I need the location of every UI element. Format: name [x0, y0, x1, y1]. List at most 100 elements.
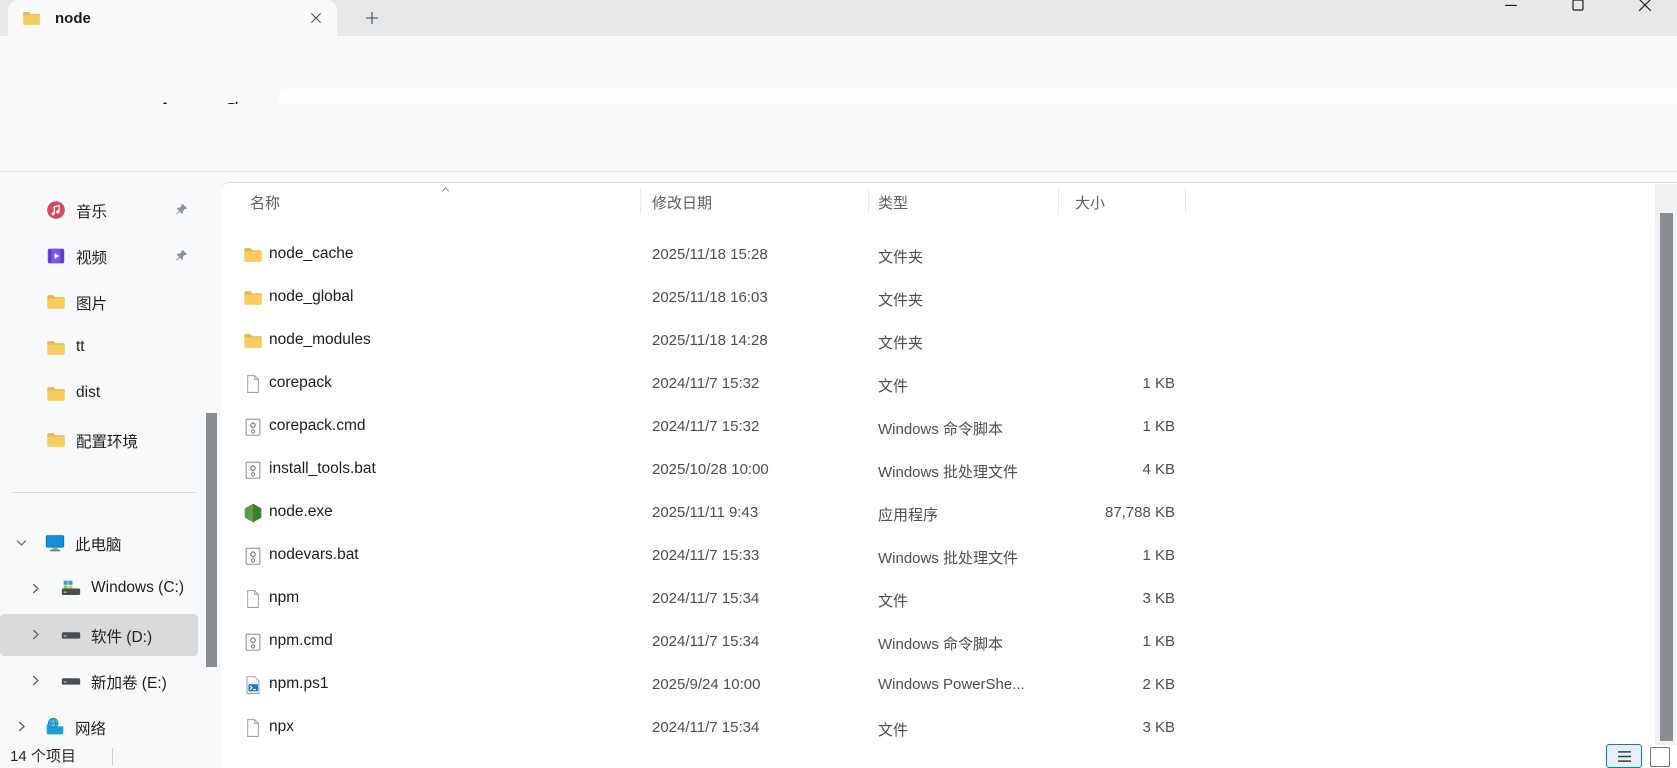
file-name: node_global [269, 288, 353, 306]
large-icons-view-button[interactable] [1650, 747, 1670, 767]
file-date-modified: 2024/11/7 15:34 [652, 590, 759, 607]
file-size: 1 KB [1042, 547, 1175, 564]
sidebar-item-tt[interactable]: tt [0, 325, 222, 371]
sidebar-item-Windows (C:)[interactable]: Windows (C:) [0, 566, 222, 612]
sidebar-item-label: 此电脑 [75, 533, 122, 555]
file-type: Windows 命令脚本 [878, 633, 1003, 654]
sidebar-item-图片[interactable]: 图片 [0, 279, 222, 325]
file-name: nodevars.bat [269, 546, 359, 564]
sidebar-item-此电脑[interactable]: 此电脑 [0, 520, 222, 566]
powershell-icon [242, 674, 264, 696]
sidebar-item-label: dist [76, 384, 100, 402]
file-list-panel: 名称 修改日期 类型 大小 node_cache 2025/11/18 15:28… [222, 182, 1677, 768]
file-type: 文件 [878, 590, 908, 611]
column-separator[interactable] [640, 188, 641, 214]
music-icon [45, 199, 67, 221]
chevron-right-icon[interactable] [28, 581, 43, 596]
chevron-down-icon[interactable] [14, 535, 29, 550]
pin-icon [173, 247, 190, 264]
column-header-date[interactable]: 修改日期 [652, 192, 712, 213]
sidebar-item-label: 音乐 [76, 200, 107, 222]
drive-icon [60, 624, 82, 646]
node-icon [242, 502, 264, 524]
file-name: npm.ps1 [269, 675, 328, 693]
details-view-button[interactable] [1606, 744, 1642, 768]
file-type: 文件夹 [878, 246, 923, 267]
sidebar-item-新加卷 (E:)[interactable]: 新加卷 (E:) [0, 658, 222, 704]
file-date-modified: 2025/11/18 15:28 [652, 246, 768, 263]
sidebar-item-label: 新加卷 (E:) [91, 671, 167, 693]
column-header-name[interactable]: 名称 [250, 192, 280, 213]
file-row-corepack[interactable]: corepack2024/11/7 15:32文件1 KB [222, 363, 1677, 406]
file-type: Windows 批处理文件 [878, 461, 1018, 482]
folder-icon [242, 287, 264, 309]
minimize-button[interactable] [1501, 0, 1521, 15]
column-header-type[interactable]: 类型 [878, 192, 908, 213]
file-row-node_cache[interactable]: node_cache 2025/11/18 15:28 文件夹 [222, 234, 1677, 277]
list-view-icon [1617, 750, 1632, 763]
sidebar-item-网络[interactable]: 网络 [0, 704, 222, 750]
file-row-node_global[interactable]: node_global2025/11/18 16:03文件夹 [222, 277, 1677, 320]
sidebar-item-配置环境[interactable]: 配置环境 [0, 417, 222, 463]
maximize-icon [1568, 0, 1588, 15]
sidebar-scrollbar[interactable] [206, 413, 217, 667]
new-tab-button[interactable] [363, 9, 381, 27]
close-icon [1635, 0, 1655, 15]
file-type: 应用程序 [878, 504, 938, 525]
close-button[interactable] [1635, 0, 1655, 15]
vertical-scrollbar-track[interactable] [1655, 184, 1677, 745]
script-icon [242, 459, 264, 481]
column-separator[interactable] [1058, 188, 1059, 214]
sidebar-item-label: 视频 [76, 246, 107, 268]
file-date-modified: 2025/9/24 10:00 [652, 676, 760, 693]
view-toggles [1606, 744, 1670, 768]
vertical-scrollbar-thumb[interactable] [1660, 213, 1673, 741]
pin-icon [173, 201, 190, 218]
file-row-node.exe[interactable]: node.exe2025/11/11 9:43应用程序87,788 KB [222, 492, 1677, 535]
file-date-modified: 2025/11/18 16:03 [652, 289, 768, 306]
video-icon [45, 245, 67, 267]
script-icon [242, 545, 264, 567]
file-name: node_cache [269, 245, 353, 263]
column-separator[interactable] [868, 188, 869, 214]
tab-close-icon[interactable] [308, 10, 324, 26]
file-row-npm.cmd[interactable]: npm.cmd2024/11/7 15:34Windows 命令脚本1 KB [222, 621, 1677, 664]
file-row-npm[interactable]: npm2024/11/7 15:34文件3 KB [222, 578, 1677, 621]
sidebar-item-label: 图片 [76, 292, 107, 314]
file-icon [242, 588, 264, 610]
sort-ascending-icon [438, 184, 453, 195]
explorer-tab[interactable]: node [8, 0, 337, 36]
sidebar-item-label: 软件 (D:) [91, 625, 152, 647]
file-type: Windows PowerShe... [878, 676, 1025, 693]
file-row-install_tools.bat[interactable]: install_tools.bat2025/10/28 10:00Windows… [222, 449, 1677, 492]
drive-icon [60, 670, 82, 692]
folder-icon [45, 337, 67, 359]
item-count: 14 个项目 [10, 745, 76, 766]
file-date-modified: 2025/11/11 9:43 [652, 504, 758, 521]
sidebar-quick-access: 音乐视频图片 tt dist 配置环境 [0, 187, 222, 463]
main-content: 音乐视频图片 tt dist 配置环境 此电脑 Windows (C:) 软件 (D:) 新… [0, 172, 1677, 768]
chevron-right-icon[interactable] [28, 673, 43, 688]
column-header-size[interactable]: 大小 [1075, 192, 1105, 213]
chevron-right-icon[interactable] [28, 627, 43, 642]
sidebar-item-视频[interactable]: 视频 [0, 233, 222, 279]
file-size: 4 KB [1042, 461, 1175, 478]
sidebar-item-软件 (D:)[interactable]: 软件 (D:) [0, 612, 222, 658]
sidebar-item-音乐[interactable]: 音乐 [0, 187, 222, 233]
file-row-npm.ps1[interactable]: npm.ps1 2025/9/24 10:00 Windows PowerShe..… [222, 664, 1677, 707]
file-row-nodevars.bat[interactable]: nodevars.bat2024/11/7 15:33Windows 批处理文件… [222, 535, 1677, 578]
sidebar-item-dist[interactable]: dist [0, 371, 222, 417]
file-name: node_modules [269, 331, 371, 349]
tab-bar: node [0, 0, 1677, 36]
command-toolbar: 新建 排序 查看 详细信息 [0, 104, 1677, 172]
column-separator[interactable] [1185, 188, 1186, 214]
file-date-modified: 2024/11/7 15:32 [652, 418, 759, 435]
file-row-corepack.cmd[interactable]: corepack.cmd2024/11/7 15:32Windows 命令脚本1… [222, 406, 1677, 449]
file-row-npx[interactable]: npx2024/11/7 15:34文件3 KB [222, 707, 1677, 750]
window-controls [1501, 0, 1655, 15]
maximize-button[interactable] [1568, 0, 1588, 15]
file-size: 2 KB [1042, 676, 1175, 693]
file-row-node_modules[interactable]: node_modules2025/11/18 14:28文件夹 [222, 320, 1677, 363]
drive-windows-icon [60, 578, 82, 600]
chevron-right-icon[interactable] [14, 719, 29, 734]
